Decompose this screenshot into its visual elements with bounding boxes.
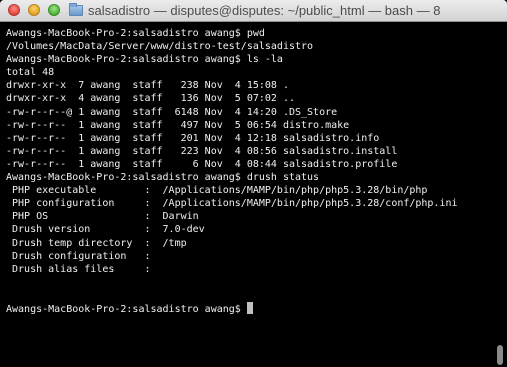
- terminal-line: Awangs-MacBook-Pro-2:salsadistro awang$ …: [6, 28, 265, 39]
- vertical-scrollbar[interactable]: [493, 22, 507, 367]
- folder-icon: [69, 3, 83, 16]
- terminal-line: Drush alias files :: [6, 263, 151, 275]
- terminal-window: salsadistro — disputes@disputes: ~/publi…: [0, 0, 507, 367]
- terminal-line: PHP OS : Darwin: [6, 211, 199, 223]
- terminal-line: total 48: [6, 67, 55, 79]
- terminal-line: Drush version : 7.0-dev: [6, 224, 205, 236]
- scrollbar-thumb[interactable]: [497, 345, 503, 365]
- terminal-prompt-line[interactable]: Awangs-MacBook-Pro-2:salsadistro awang$: [6, 301, 493, 315]
- terminal-line: PHP configuration : /Applications/MAMP/b…: [6, 198, 458, 210]
- text-cursor: [246, 301, 253, 314]
- terminal-line: Drush configuration :: [6, 250, 151, 262]
- terminal-line: Drush temp directory : /tmp: [6, 237, 187, 249]
- terminal-line: drwxr-xr-x 7 awang staff 238 Nov 4 15:08…: [6, 80, 289, 92]
- terminal-line: -rw-r--r--@ 1 awang staff 6148 Nov 4 14:…: [6, 106, 338, 118]
- window-title: salsadistro — disputes@disputes: ~/publi…: [88, 3, 441, 18]
- minimize-icon[interactable]: [28, 4, 40, 16]
- terminal-line: Awangs-MacBook-Pro-2:salsadistro awang$ …: [6, 54, 283, 66]
- shell-prompt: Awangs-MacBook-Pro-2:salsadistro awang$: [6, 303, 247, 315]
- terminal-line: PHP executable : /Applications/MAMP/bin/…: [6, 185, 428, 197]
- terminal-line: /Volumes/MacData/Server/www/distro-test/…: [6, 41, 314, 53]
- title-bar[interactable]: salsadistro — disputes@disputes: ~/publi…: [0, 0, 507, 22]
- terminal-line: -rw-r--r-- 1 awang staff 223 Nov 4 08:56…: [6, 145, 398, 157]
- terminal-line: drwxr-xr-x 4 awang staff 136 Nov 5 07:02…: [6, 93, 295, 105]
- zoom-icon[interactable]: [48, 4, 60, 16]
- terminal-line: -rw-r--r-- 1 awang staff 201 Nov 4 12:18…: [6, 132, 380, 144]
- terminal-line: -rw-r--r-- 1 awang staff 497 Nov 5 06:54…: [6, 119, 350, 131]
- close-icon[interactable]: [8, 4, 20, 16]
- terminal-line: Awangs-MacBook-Pro-2:salsadistro awang$ …: [6, 172, 320, 184]
- terminal-line: -rw-r--r-- 1 awang staff 6 Nov 4 08:44 s…: [6, 158, 398, 170]
- terminal-output[interactable]: Awangs-MacBook-Pro-2:salsadistro awang$ …: [0, 22, 493, 367]
